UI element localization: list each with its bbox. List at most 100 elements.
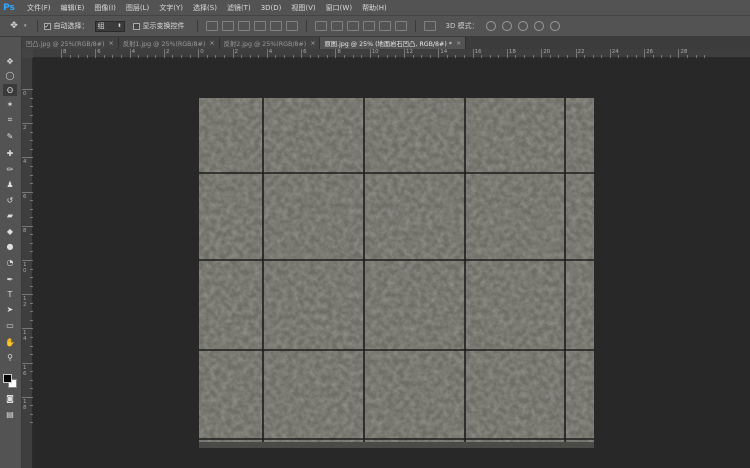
chevron-down-icon: ⬍: [117, 23, 122, 29]
foreground-color-swatch[interactable]: [3, 374, 12, 383]
tab-label: 反射1.jpg @ 25%(RGB/8#): [122, 40, 206, 48]
ruler-tick: [438, 49, 440, 58]
ruler-label: 6: [97, 49, 101, 55]
pen-tool-icon[interactable]: ✒: [3, 273, 17, 285]
ruler-label: 6: [23, 193, 27, 200]
menu-layer[interactable]: 图层(L): [121, 3, 154, 13]
close-icon[interactable]: ×: [456, 40, 461, 47]
3d-rotate-icon[interactable]: [485, 21, 496, 31]
ruler-label: 4: [131, 49, 136, 55]
dodge-tool-icon[interactable]: ◔: [3, 256, 17, 268]
ruler-label: 8: [23, 227, 27, 234]
ruler-tick: [22, 328, 33, 330]
3d-roll-icon[interactable]: [501, 21, 512, 31]
menu-help[interactable]: 帮助(H): [357, 3, 392, 13]
tab-label: 凹凸.jpg @ 25%(RGB/8#): [26, 40, 105, 48]
distribute-bottom-icon[interactable]: [346, 21, 359, 31]
align-bottom-icon[interactable]: [237, 21, 250, 31]
3d-scale-icon[interactable]: [549, 21, 560, 31]
vertical-ruler[interactable]: 0 2 4 6 8 1 0 1 2 1 4 1 6 1 8: [22, 49, 33, 468]
screen-mode-icon[interactable]: ▤: [3, 408, 17, 420]
menu-window[interactable]: 窗口(W): [321, 3, 357, 13]
move-tool-icon[interactable]: ✥: [3, 55, 17, 67]
show-transform-label: 显示变换控件: [142, 22, 185, 30]
blur-tool-icon[interactable]: ●: [3, 240, 17, 252]
distribute-hcenter-icon[interactable]: [378, 21, 391, 31]
ruler-tick: [609, 49, 611, 58]
horizontal-ruler[interactable]: 8 6 4 2 0 2 4 6 8 10 12 14 16 18 20 22 24 26 28: [33, 49, 750, 58]
ruler-label: 6: [303, 49, 307, 55]
align-left-icon[interactable]: [253, 21, 266, 31]
ruler-label: 0: [200, 49, 204, 55]
ruler-tick: [301, 49, 303, 58]
paint-bucket-icon[interactable]: ◆: [3, 225, 17, 237]
ruler-label: 1 6: [23, 364, 27, 377]
menu-edit[interactable]: 编辑(E): [56, 3, 90, 13]
auto-select-label: 自动选择：: [53, 22, 89, 30]
tab-bump[interactable]: 凹凸.jpg @ 25%(RGB/8#) ×: [22, 37, 119, 49]
ruler-tick: [335, 49, 337, 58]
photoshop-logo: Ps: [3, 2, 15, 13]
tab-reflection2[interactable]: 反射2.jpg @ 25%(RGB/8#) ×: [219, 37, 321, 49]
close-icon[interactable]: ×: [310, 40, 315, 47]
marquee-tool-icon[interactable]: ◯: [3, 69, 17, 81]
menu-type[interactable]: 文字(Y): [154, 3, 188, 13]
3d-slide-icon[interactable]: [533, 21, 544, 31]
clone-stamp-icon[interactable]: ♟: [3, 178, 17, 190]
menu-file[interactable]: 文件(F): [22, 3, 56, 13]
ruler-tick: [506, 49, 508, 58]
align-top-icon[interactable]: [205, 21, 218, 31]
lasso-tool-icon[interactable]: ʘ: [3, 84, 17, 96]
eyedropper-tool-icon[interactable]: ✎: [3, 130, 17, 142]
menu-select[interactable]: 选择(S): [188, 3, 222, 13]
shape-tool-icon[interactable]: ▭: [3, 319, 17, 331]
healing-brush-icon[interactable]: ✚: [3, 147, 17, 159]
distribute-top-icon[interactable]: [314, 21, 327, 31]
magic-wand-icon[interactable]: ✶: [3, 98, 17, 110]
tile-floor-image: [199, 98, 594, 448]
eraser-tool-icon[interactable]: ▰: [3, 209, 17, 221]
toolbox: ✥ ◯ ʘ ✶ ⌗ ✎ ✚ ✏ ♟ ↺ ▰ ◆ ● ◔ ✒ T ➤ ▭ ✋ ⚲ …: [0, 37, 22, 468]
ruler-label: 8: [337, 49, 341, 55]
distribute-vcenter-icon[interactable]: [330, 21, 343, 31]
brush-tool-icon[interactable]: ✏: [3, 163, 17, 175]
ruler-label: 8: [63, 49, 67, 55]
auto-select-dropdown[interactable]: 组 ⬍: [94, 20, 125, 32]
menu-view[interactable]: 视图(V): [286, 3, 320, 13]
distribute-left-icon[interactable]: [362, 21, 375, 31]
ruler-origin[interactable]: [22, 49, 33, 58]
ruler-tick: [472, 49, 474, 58]
divider: [196, 20, 198, 32]
menu-image[interactable]: 图像(I): [89, 3, 121, 13]
menu-3d[interactable]: 3D(D): [256, 4, 287, 12]
document-canvas[interactable]: [199, 98, 594, 448]
zoom-tool-icon[interactable]: ⚲: [3, 351, 17, 363]
3d-drag-icon[interactable]: [517, 21, 528, 31]
tab-reflection1[interactable]: 反射1.jpg @ 25%(RGB/8#) ×: [118, 37, 220, 49]
align-hcenter-icon[interactable]: [269, 21, 282, 31]
crop-tool-icon[interactable]: ⌗: [3, 114, 17, 126]
tab-original[interactable]: 原图.jpg @ 25% (地面岩石凹凸, RGB/8#) * ×: [320, 37, 467, 49]
close-icon[interactable]: ×: [109, 40, 114, 47]
align-right-icon[interactable]: [285, 21, 298, 31]
auto-align-icon[interactable]: [423, 21, 436, 31]
distribute-right-icon[interactable]: [394, 21, 407, 31]
close-icon[interactable]: ×: [209, 40, 214, 47]
quick-mask-icon[interactable]: ◙: [3, 392, 17, 404]
menu-filter[interactable]: 滤镜(T): [222, 3, 256, 13]
auto-select-checkbox[interactable]: ✓: [43, 22, 51, 30]
path-selection-icon[interactable]: ➤: [3, 303, 17, 315]
ruler-tick: [22, 362, 33, 364]
hand-tool-icon[interactable]: ✋: [3, 336, 17, 348]
canvas-workspace[interactable]: [33, 58, 750, 468]
tool-preset-chevron-icon[interactable]: ▾: [24, 23, 27, 29]
tab-label: 原图.jpg @ 25% (地面岩石凹凸, RGB/8#) *: [324, 40, 452, 48]
align-vcenter-icon[interactable]: [221, 21, 234, 31]
history-brush-icon[interactable]: ↺: [3, 194, 17, 206]
move-tool-icon[interactable]: ✥: [4, 19, 24, 33]
ruler-tick: [129, 49, 131, 58]
show-transform-checkbox[interactable]: [132, 22, 140, 30]
type-tool-icon[interactable]: T: [3, 288, 17, 300]
3d-mode-label: 3D 模式：: [445, 22, 479, 30]
ruler-tick: [541, 49, 543, 58]
